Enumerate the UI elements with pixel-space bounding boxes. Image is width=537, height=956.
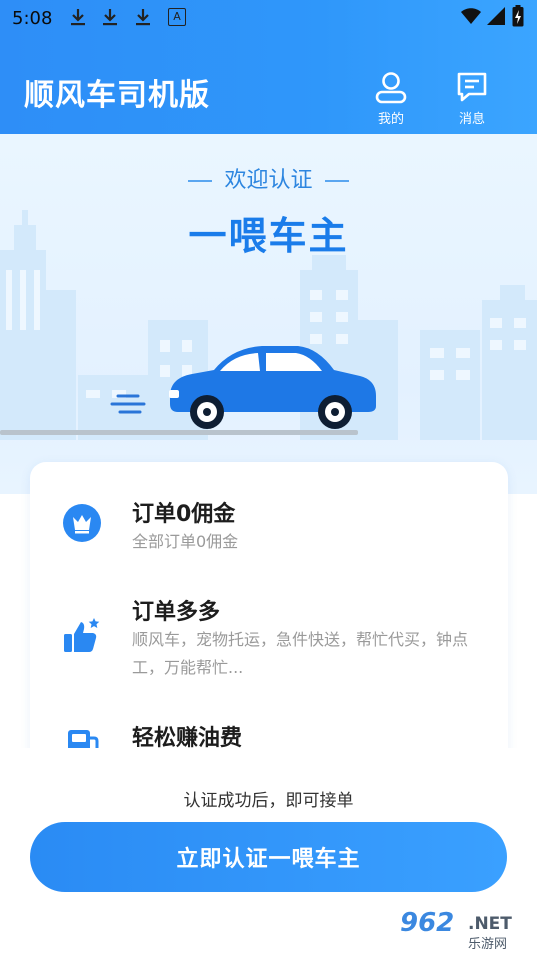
messages-button[interactable]: 消息 <box>445 70 499 130</box>
crown-icon <box>63 504 101 542</box>
welcome-text: 欢迎认证 <box>224 168 313 193</box>
download-icon <box>71 9 85 26</box>
decor-dash-left <box>188 180 213 182</box>
app-title: 顺风车司机版 <box>24 78 210 113</box>
download-icon <box>136 9 150 26</box>
feature-desc: 顺风车，宠物托运，急件快送，帮忙代买，钟点工，万能帮忙... <box>132 630 469 677</box>
decor-dash-right <box>324 180 349 182</box>
road <box>0 430 358 435</box>
thumbs-up-icon <box>64 618 100 652</box>
mine-label: 我的 <box>377 112 404 127</box>
signal-icon <box>487 7 505 25</box>
app-header: 5:08 A 顺风车司机版 我的 消息 <box>0 0 537 134</box>
feature-desc: 全部订单0佣金 <box>132 532 239 551</box>
status-time: 5:08 <box>12 8 53 29</box>
watermark-site: 乐游网 <box>468 937 508 952</box>
watermark-brand: 962 <box>400 908 455 938</box>
user-icon <box>375 72 407 104</box>
battery-charging-icon <box>512 5 524 27</box>
message-icon <box>457 72 487 102</box>
feature-title: 订单0佣金 <box>132 502 236 527</box>
welcome-heading: 欢迎认证 <box>0 162 537 194</box>
hero-title: 一喂车主 <box>188 214 349 258</box>
certification-hint: 认证成功后，即可接单 <box>183 791 354 811</box>
watermark-logo: 962 .NET 乐游网 <box>398 908 530 952</box>
certify-button[interactable]: 立即认证一喂车主 <box>30 822 507 892</box>
mine-button[interactable]: 我的 <box>364 70 418 130</box>
feature-title: 订单多多 <box>132 600 221 625</box>
watermark-net: .NET <box>468 914 512 934</box>
features-card: 订单0佣金 全部订单0佣金 订单多多 顺风车，宠物托运，急件快送，帮忙代买，钟点… <box>30 462 508 782</box>
status-bar: 5:08 A <box>0 0 537 36</box>
translate-icon: A <box>168 8 186 26</box>
messages-label: 消息 <box>458 112 485 127</box>
wifi-icon <box>461 8 481 24</box>
download-icon <box>103 9 117 26</box>
